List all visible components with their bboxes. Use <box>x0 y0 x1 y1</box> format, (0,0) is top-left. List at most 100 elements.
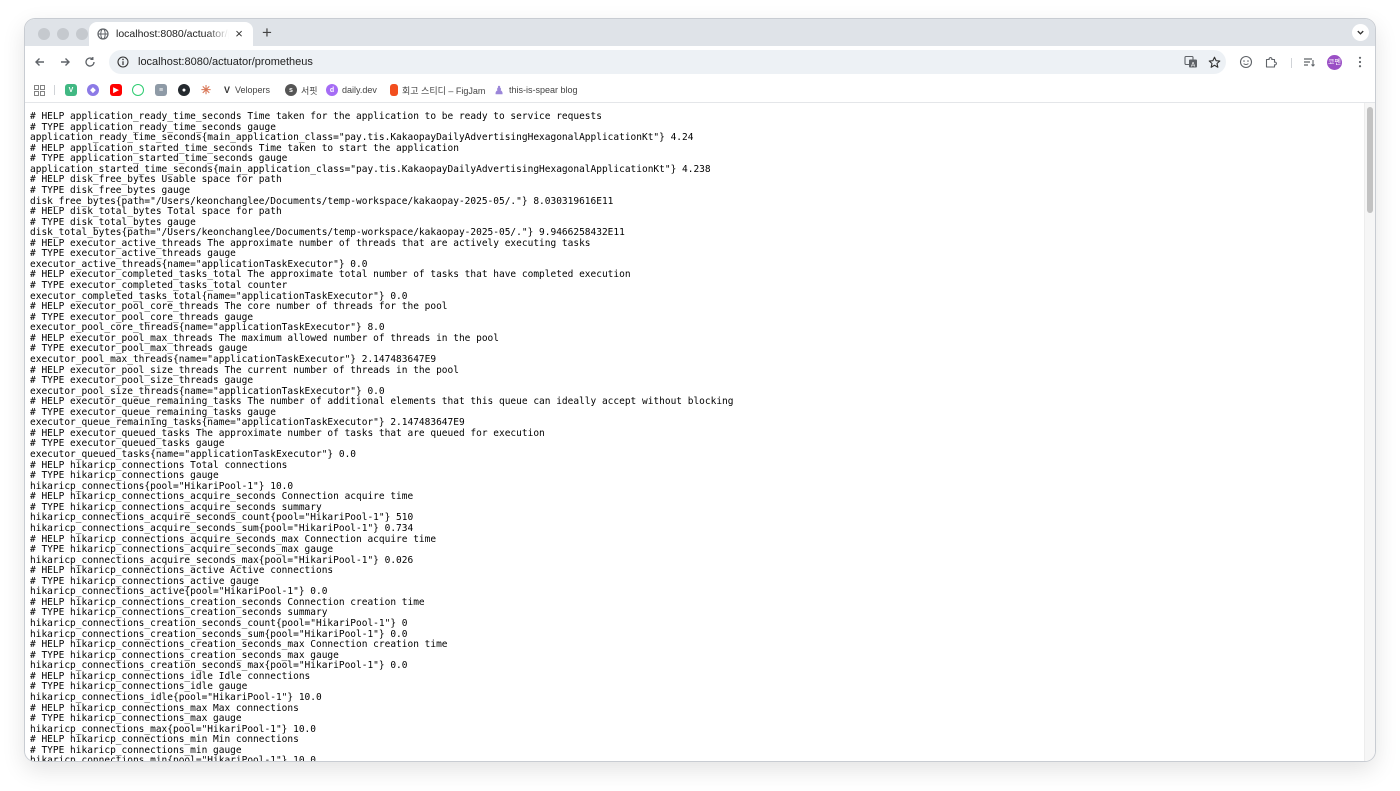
bookmark-github[interactable]: ● <box>178 83 190 97</box>
metric-comment-line: # HELP hikaricp_connections_creation_sec… <box>30 639 448 651</box>
bookmark-blog[interactable]: ♟ this-is-spear blog <box>493 83 577 97</box>
metric-comment-line: # HELP hikaricp_connections_acquire_seco… <box>30 533 437 545</box>
apps-grid-bookmark[interactable] <box>33 83 45 97</box>
translate-icon[interactable]: A <box>1183 54 1199 70</box>
bookmark-green-icon <box>132 84 144 96</box>
metric-value-line: executor_pool_size_threads{name="applica… <box>30 385 385 397</box>
metric-value-line: executor_queued_tasks{name="applicationT… <box>30 449 357 460</box>
forward-button[interactable] <box>56 53 74 71</box>
bookmark-youtube[interactable]: ▶ <box>110 83 122 97</box>
address-bar[interactable]: localhost:8080/actuator/prometheus A <box>109 50 1226 74</box>
metric-comment-line: # TYPE hikaricp_connections_idle gauge <box>30 681 248 693</box>
velopers-icon: V <box>223 85 230 95</box>
toolbar-divider <box>1291 58 1292 68</box>
bookmark-figjam[interactable]: 회고 스티디 – FigJam <box>390 83 485 97</box>
extension-face-icon[interactable] <box>1238 54 1254 70</box>
vertical-scrollbar[interactable] <box>1364 103 1375 761</box>
bookmark-claude[interactable]: ✳ <box>200 83 212 97</box>
browser-toolbar: localhost:8080/actuator/prometheus A 코펜 <box>25 46 1375 78</box>
metric-comment-line: # HELP executor_pool_size_threads The cu… <box>30 364 459 376</box>
metric-value-line: executor_pool_core_threads{name="applica… <box>30 322 385 334</box>
metric-value-line: disk_free_bytes{path="/Users/keonchangle… <box>30 195 614 207</box>
site-info-icon[interactable] <box>117 56 129 68</box>
metric-comment-line: # HELP executor_active_threads The appro… <box>30 237 591 249</box>
url-text: localhost:8080/actuator/prometheus <box>138 56 313 68</box>
metric-comment-line: # HELP hikaricp_connections_creation_sec… <box>30 596 425 608</box>
more-menu-icon[interactable] <box>1352 54 1368 70</box>
metric-value-line: hikaricp_connections_acquire_seconds_max… <box>30 554 414 566</box>
metric-comment-line: # HELP executor_queue_remaining_tasks Th… <box>30 396 734 408</box>
metric-comment-line: # HELP hikaricp_connections_active Activ… <box>30 565 334 577</box>
apps-grid-icon <box>33 84 45 96</box>
metric-value-line: hikaricp_connections_creation_seconds_co… <box>30 618 408 629</box>
youtube-icon: ▶ <box>110 84 122 96</box>
metric-comment-line: # HELP executor_pool_max_threads The max… <box>30 332 499 344</box>
metric-value-line: hikaricp_connections_acquire_seconds_sum… <box>30 522 414 534</box>
reading-list-icon[interactable] <box>1301 54 1317 70</box>
bookmark-dailydev[interactable]: d daily.dev <box>326 83 377 97</box>
metric-comment-line: # HELP hikaricp_connections_acquire_seco… <box>30 491 414 503</box>
bookmark-star-icon[interactable] <box>1206 54 1222 70</box>
metric-comment-line: # TYPE application_ready_time_seconds ga… <box>30 121 276 133</box>
metric-comment-line: # TYPE executor_pool_max_threads gauge <box>30 343 248 355</box>
metric-value-line: executor_queue_remaining_tasks{name="app… <box>30 417 465 429</box>
metric-comment-line: # TYPE executor_active_threads gauge <box>30 248 236 260</box>
close-window-button[interactable] <box>38 28 50 40</box>
github-icon: ● <box>178 84 190 96</box>
metric-value-line: hikaricp_connections{pool="HikariPool-1"… <box>30 480 294 492</box>
tab-strip: localhost:8080/actuator/prometheus × + <box>25 19 1375 46</box>
metric-comment-line: # HELP executor_completed_tasks_total Th… <box>30 269 631 281</box>
browser-window: localhost:8080/actuator/prometheus × + l… <box>25 19 1375 761</box>
metric-comment-line: # TYPE hikaricp_connections gauge <box>30 470 219 482</box>
reload-icon <box>85 57 95 67</box>
dailydev-icon: d <box>326 84 338 96</box>
metric-value-line: hikaricp_connections_idle{pool="HikariPo… <box>30 691 322 703</box>
bookmark-label: daily.dev <box>342 85 377 95</box>
metric-value-line: application_ready_time_seconds{main_appl… <box>30 132 694 144</box>
metric-comment-line: # TYPE executor_pool_size_threads gauge <box>30 375 254 387</box>
metric-value-line: application_started_time_seconds{main_ap… <box>30 163 711 175</box>
metric-value-line: hikaricp_connections_min{pool="HikariPoo… <box>30 755 316 761</box>
metric-comment-line: # TYPE executor_queue_remaining_tasks ga… <box>30 406 276 418</box>
claude-icon: ✳ <box>200 83 212 97</box>
metric-value-line: hikaricp_connections_creation_seconds_ma… <box>30 660 408 672</box>
figma-icon <box>390 84 398 96</box>
bookmarks-bar: V ◆ ▶ ≡ ● ✳ V Velopers s 서핏 d daily.dev … <box>25 78 1375 103</box>
bookmark-velopers[interactable]: V Velopers <box>223 83 270 97</box>
bookmark-purple[interactable]: ◆ <box>87 83 99 97</box>
new-tab-button[interactable]: + <box>259 24 275 41</box>
metric-value-line: hikaricp_connections_active{pool="Hikari… <box>30 586 328 598</box>
reload-button[interactable] <box>81 53 99 71</box>
metric-value-line: hikaricp_connections_max{pool="HikariPoo… <box>30 723 316 735</box>
bookmark-doc-icon: ≡ <box>155 84 167 96</box>
maximize-window-button[interactable] <box>76 28 88 40</box>
bookmark-green[interactable] <box>132 83 144 97</box>
extensions-puzzle-icon[interactable] <box>1263 54 1279 70</box>
vue-icon: V <box>65 84 77 96</box>
metric-value-line: hikaricp_connections_creation_seconds_su… <box>30 628 408 640</box>
back-button[interactable] <box>31 53 49 71</box>
window-controls <box>38 28 88 40</box>
profile-avatar[interactable]: 코펜 <box>1327 55 1342 70</box>
arrow-left-icon <box>35 58 44 66</box>
metric-comment-line: # HELP hikaricp_connections_idle Idle co… <box>30 670 311 682</box>
metric-comment-line: # HELP executor_queued_tasks The approxi… <box>30 427 545 439</box>
bookmark-doc[interactable]: ≡ <box>155 83 167 97</box>
tab-active[interactable]: localhost:8080/actuator/prometheus × <box>89 22 253 46</box>
metric-comment-line: # HELP application_ready_time_seconds Ti… <box>30 111 602 122</box>
tab-search-button[interactable] <box>1352 24 1369 41</box>
bookmark-label: Velopers <box>235 85 271 95</box>
prometheus-metrics-text: # HELP application_ready_time_seconds Ti… <box>30 111 734 761</box>
metric-comment-line: # TYPE hikaricp_connections_acquire_seco… <box>30 544 334 556</box>
minimize-window-button[interactable] <box>57 28 69 40</box>
bookmark-vue[interactable]: V <box>65 83 77 97</box>
metric-comment-line: # HELP hikaricp_connections_min Min conn… <box>30 734 299 746</box>
bookmark-purple-icon: ◆ <box>87 84 99 96</box>
metric-value-line: executor_completed_tasks_total{name="app… <box>30 290 408 302</box>
scrollbar-thumb[interactable] <box>1367 107 1373 213</box>
tab-title: localhost:8080/actuator/prometheus <box>116 28 229 40</box>
bookmark-surfit[interactable]: s 서핏 <box>285 83 318 97</box>
metric-value-line: disk_total_bytes{path="/Users/keonchangl… <box>30 227 625 239</box>
metric-comment-line: # TYPE disk_total_bytes gauge <box>30 216 196 228</box>
tab-close-icon[interactable]: × <box>232 27 246 41</box>
